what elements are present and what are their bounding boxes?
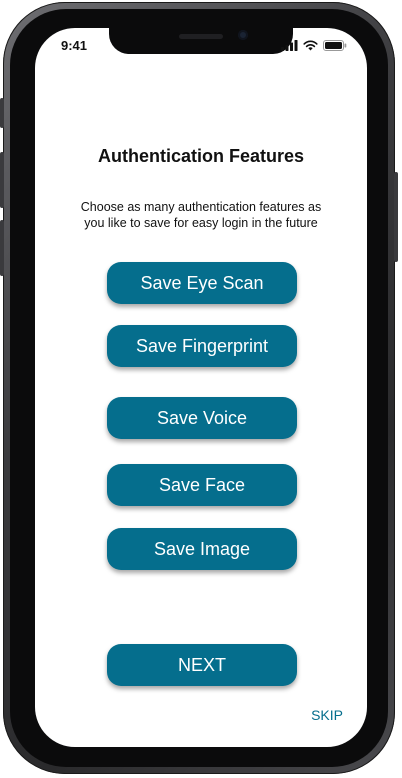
page-title: Authentication Features bbox=[97, 146, 305, 166]
volume-up-button bbox=[0, 152, 4, 208]
notch bbox=[109, 28, 293, 54]
volume-down-button bbox=[0, 220, 4, 276]
page-description: Choose as many authentication features a… bbox=[65, 199, 337, 231]
save-eye-scan-button[interactable]: Save Eye Scan bbox=[107, 262, 297, 304]
description-line-1: Choose as many authentication features a… bbox=[80, 200, 322, 214]
cellular-signal-icon bbox=[281, 40, 298, 51]
silent-switch bbox=[0, 98, 4, 128]
save-voice-button[interactable]: Save Voice bbox=[107, 397, 297, 439]
status-icons bbox=[281, 40, 347, 51]
front-camera bbox=[238, 30, 248, 40]
status-time: 9:41 bbox=[61, 38, 88, 53]
description-line-2: you like to save for easy login in the f… bbox=[84, 216, 318, 230]
battery-icon bbox=[323, 40, 347, 51]
save-fingerprint-button[interactable]: Save Fingerprint bbox=[107, 325, 297, 367]
save-image-button[interactable]: Save Image bbox=[107, 528, 297, 570]
app-screen: 9:41 Authentication Features Choose as m… bbox=[35, 28, 367, 747]
save-face-button[interactable]: Save Face bbox=[107, 464, 297, 506]
skip-link[interactable]: SKIP bbox=[311, 707, 343, 723]
earpiece-speaker bbox=[179, 34, 223, 39]
wifi-icon bbox=[303, 40, 318, 51]
next-button[interactable]: NEXT bbox=[107, 644, 297, 686]
power-button bbox=[394, 172, 398, 262]
